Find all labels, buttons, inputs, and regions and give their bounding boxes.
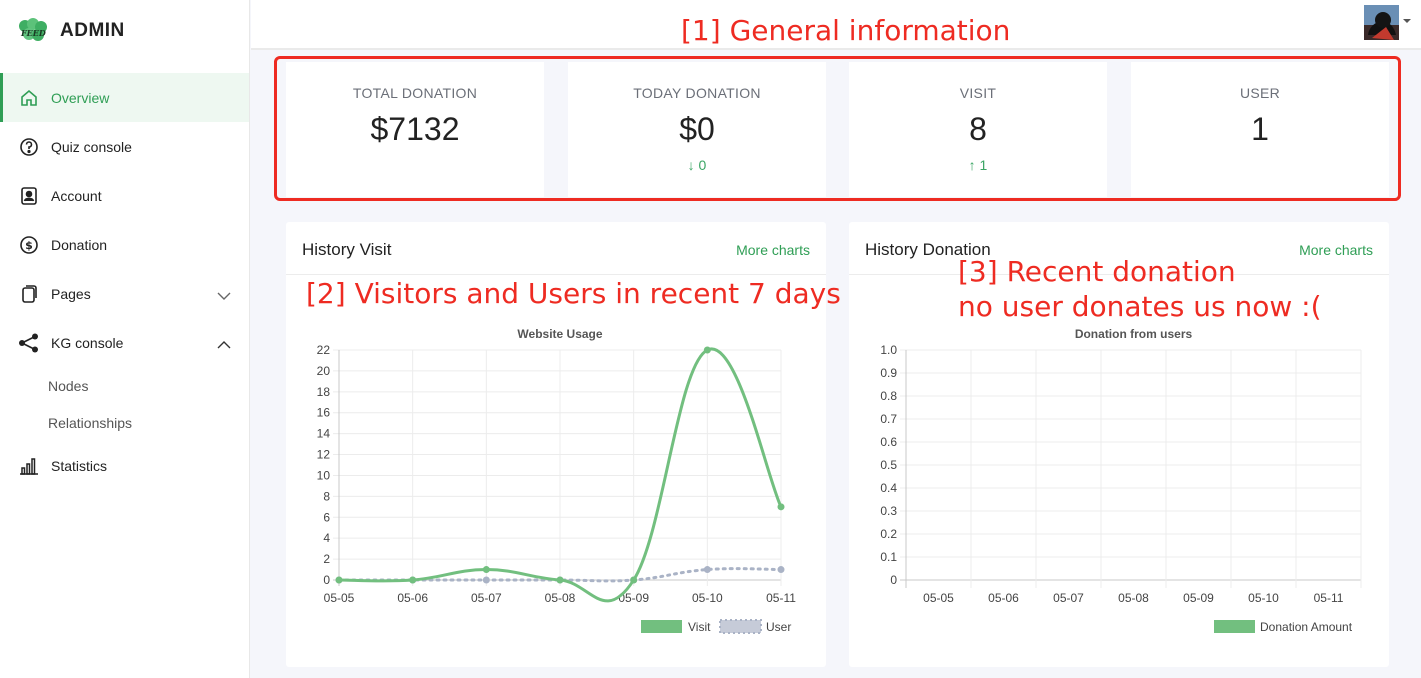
x-tick-label: 05-11: [766, 591, 796, 605]
x-tick-label: 05-06: [397, 591, 428, 605]
donation-from-users-chart: Donation from users 0 0.1 0.2 0.3 0.4 0.5 0.6 0.…: [880, 327, 1362, 634]
app-title: ADMIN: [60, 20, 125, 41]
app-logo[interactable]: FEED ADMIN: [16, 18, 125, 44]
x-tick-label: 05-06: [988, 591, 1019, 605]
sidebar-item-statistics[interactable]: Statistics: [0, 441, 249, 490]
legend-swatch-donation: [1214, 620, 1255, 633]
y-tick-label: 1.0: [880, 343, 897, 357]
data-point-user: [482, 576, 490, 584]
sidebar: FEED ADMIN Overview Quiz console Account: [0, 0, 250, 678]
y-tick-label: 16: [317, 406, 331, 420]
sidebar-item-label: Pages: [51, 285, 91, 302]
y-tick-label: 0.4: [880, 481, 897, 495]
sidebar-subitem-nodes[interactable]: Nodes: [0, 367, 249, 404]
pages-icon: [18, 283, 40, 305]
chart-title: Donation from users: [1075, 327, 1193, 341]
sidebar-item-quiz-console[interactable]: Quiz console: [0, 122, 249, 171]
y-tick-label: 0: [890, 573, 897, 587]
y-tick-label: 0.6: [880, 435, 897, 449]
y-tick-label: 20: [317, 364, 331, 378]
x-tick-label: 05-10: [692, 591, 723, 605]
sidebar-item-pages[interactable]: Pages: [0, 269, 249, 318]
y-tick-label: 12: [317, 448, 331, 462]
x-tick-label: 05-05: [324, 591, 355, 605]
data-point-visit: [409, 576, 417, 584]
x-tick-label: 05-11: [1314, 591, 1344, 605]
legend-label-user: User: [766, 620, 791, 634]
y-tick-label: 14: [317, 427, 331, 441]
history-donation-card: History Donation More charts Donation fr…: [849, 222, 1389, 667]
data-point-visit: [335, 576, 343, 584]
legend-swatch-user: [719, 619, 762, 634]
y-tick-label: 0.7: [880, 412, 897, 426]
svg-text:$: $: [25, 239, 33, 252]
x-tick-label: 05-09: [1183, 591, 1214, 605]
annotation-no-donation: no user donates us now :(: [958, 290, 1322, 323]
data-point-visit: [703, 346, 711, 354]
data-point-visit: [630, 576, 638, 584]
annotation-visitors-users: [2] Visitors and Users in recent 7 days: [306, 277, 841, 310]
sidebar-item-label: Account: [51, 187, 102, 204]
sidebar-subitem-label: Nodes: [48, 377, 89, 394]
y-tick-label: 2: [323, 552, 330, 566]
x-tick-label: 05-08: [545, 591, 576, 605]
user-avatar[interactable]: [1364, 5, 1399, 40]
caret-down-icon[interactable]: [1403, 19, 1411, 23]
annotation-general-information: [1] General information: [681, 14, 1011, 47]
sidebar-subitem-label: Relationships: [48, 414, 133, 431]
y-tick-label: 0: [323, 573, 330, 587]
x-tick-label: 05-10: [1248, 591, 1279, 605]
y-tick-label: 0.9: [880, 366, 897, 380]
sidebar-item-overview[interactable]: Overview: [0, 73, 249, 122]
annotation-recent-donation: [3] Recent donation: [958, 255, 1236, 288]
legend-swatch-visit: [641, 620, 682, 633]
y-tick-label: 6: [323, 510, 330, 524]
y-tick-label: 0.3: [880, 504, 897, 518]
legend-label-visit: Visit: [688, 620, 711, 634]
y-tick-label: 8: [323, 489, 330, 503]
data-point-visit: [777, 503, 785, 511]
y-tick-label: 10: [317, 468, 331, 482]
y-tick-label: 4: [323, 531, 330, 545]
account-icon: [18, 185, 40, 207]
x-tick-label: 05-05: [923, 591, 954, 605]
sidebar-item-account[interactable]: Account: [0, 171, 249, 220]
sidebar-item-label: Overview: [51, 89, 110, 106]
bar-chart-icon: [18, 455, 40, 477]
y-tick-label: 0.1: [880, 550, 897, 564]
share-icon: [18, 332, 40, 354]
sidebar-item-kg-console[interactable]: KG console: [0, 318, 249, 367]
home-icon: [18, 87, 40, 109]
chevron-up-icon[interactable]: [217, 337, 231, 353]
sidebar-item-donation[interactable]: $ Donation: [0, 220, 249, 269]
sidebar-item-label: Statistics: [51, 457, 108, 474]
annotation-box: [274, 56, 1401, 201]
sidebar-item-label: Donation: [51, 236, 108, 253]
dollar-circle-icon: $: [18, 234, 40, 256]
logo-icon: FEED: [16, 18, 50, 44]
y-tick-label: 0.8: [880, 389, 897, 403]
svg-text:FEED: FEED: [20, 28, 46, 38]
y-tick-label: 0.2: [880, 527, 897, 541]
chart-title: Website Usage: [517, 327, 602, 341]
sidebar-nav: Overview Quiz console Account $ Donation…: [0, 73, 249, 490]
x-tick-label: 05-08: [1118, 591, 1149, 605]
y-tick-label: 18: [317, 385, 331, 399]
y-tick-label: 0.5: [880, 458, 897, 472]
data-point-visit: [556, 576, 564, 584]
y-tick-label: 22: [317, 343, 331, 357]
data-point-visit: [482, 566, 490, 574]
sidebar-subitem-relationships[interactable]: Relationships: [0, 404, 249, 441]
legend-label-donation: Donation Amount: [1260, 620, 1353, 634]
chevron-down-icon[interactable]: [217, 288, 231, 304]
data-point-user: [777, 566, 785, 574]
data-point-user: [703, 566, 711, 574]
sidebar-item-label: KG console: [51, 334, 124, 351]
x-tick-label: 05-07: [471, 591, 502, 605]
question-circle-icon: [18, 136, 40, 158]
x-tick-label: 05-07: [1053, 591, 1084, 605]
sidebar-item-label: Quiz console: [51, 138, 132, 155]
